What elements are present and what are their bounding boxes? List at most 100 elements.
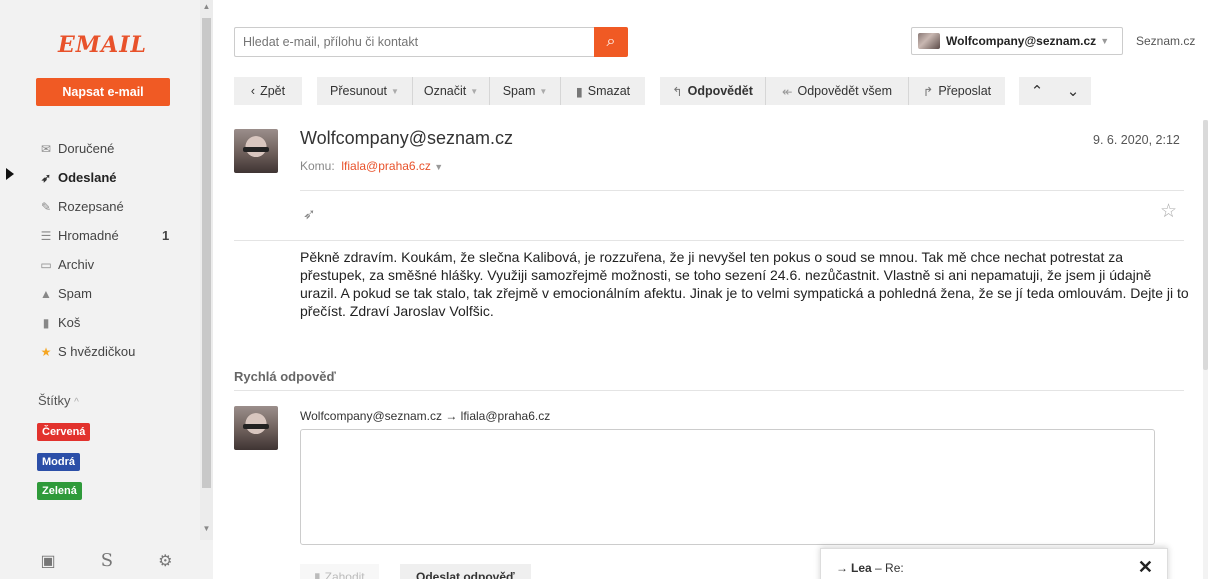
trash-icon: ▮ [314,570,321,579]
settings-gear-icon[interactable]: ⚙ [158,551,172,571]
chevron-down-icon[interactable]: ▼ [434,162,443,172]
reply-avatar [234,406,278,450]
content-scrollbar[interactable] [1203,120,1208,579]
previous-message-button[interactable]: ⌃ [1019,77,1055,105]
trash-icon: ▮ [42,315,50,330]
message-body: Pěkně zdravím. Koukám, že slečna Kalibov… [300,249,1189,319]
forward-button[interactable]: ↱ Přeposlat [909,77,1005,105]
chevron-down-icon: ▼ [539,86,548,96]
tag-blue[interactable]: Modrá [37,453,80,471]
calendar-icon[interactable]: ▣ [41,551,56,571]
move-label: Přesunout [330,84,388,98]
sidebar-item-starred[interactable]: ★ S hvězdičkou [0,337,200,366]
chevron-up-icon: ⌃ [1030,83,1044,100]
draft-popup[interactable]: → Lea – Re: ✕ [820,548,1168,579]
labels-heading[interactable]: Štítky ^ [38,393,79,408]
delete-button[interactable]: ▮ Smazat [561,77,645,105]
unread-count-badge: 1 [162,227,170,243]
sidebar-item-label: Hromadné [58,227,119,243]
reply-route: Wolfcompany@seznam.cz → lfiala@praha6.cz [300,409,551,423]
reply-all-button[interactable]: ↞ Odpovědět všem [766,77,908,105]
chevron-left-icon: ‹ [250,84,256,98]
spam-label: Spam [502,84,536,98]
discard-label: Zahodit [324,570,365,579]
paper-plane-icon: ➶ [40,170,52,185]
sidebar-item-label: Koš [58,314,81,330]
scroll-up-icon[interactable]: ▲ [200,2,213,11]
chevron-down-icon: ▼ [391,86,399,96]
search-input[interactable] [234,27,594,57]
back-button[interactable]: ‹ Zpět [234,77,302,105]
reply-button[interactable]: ↰ Odpovědět [660,77,765,105]
scrollbar-thumb[interactable] [202,18,211,488]
quick-reply-textarea[interactable] [300,429,1155,545]
draft-recipient: Lea [851,561,872,575]
star-toggle-icon[interactable]: ☆ [1160,200,1177,223]
draft-icon: ✎ [40,199,52,214]
seznam-link[interactable]: Seznam.cz [1136,34,1195,48]
sidebar-item-label: Rozepsané [58,198,124,214]
archive-icon: ▭ [40,257,52,272]
forward-icon: ↱ [922,84,934,99]
compose-button[interactable]: Napsat e-mail [36,78,170,106]
sidebar-item-archive[interactable]: ▭ Archiv [0,250,200,279]
spam-button[interactable]: Spam ▼ [490,77,560,105]
envelope-icon: ✉ [40,141,52,156]
scrollbar-thumb[interactable] [1203,120,1208,370]
search-button[interactable]: ⌕ [594,27,628,57]
sidebar-item-label: Spam [58,285,92,301]
move-button[interactable]: Přesunout ▼ [317,77,412,105]
sidebar-item-label: Doručené [58,140,115,156]
tag-green[interactable]: Zelená [37,482,82,500]
reply-all-label: Odpovědět všem [797,84,892,98]
close-icon[interactable]: ✕ [1138,557,1153,578]
email-logo[interactable]: EMAIL [58,32,147,58]
arrow-right-icon: → [836,561,848,575]
divider [234,390,1184,391]
sidebar-item-sent[interactable]: ➶ Odeslané [0,163,200,192]
message-date: 9. 6. 2020, 2:12 [1093,133,1180,147]
star-icon: ★ [40,344,52,359]
sidebar-item-inbox[interactable]: ✉ Doručené [0,134,200,163]
chevron-down-icon: ⌄ [1066,83,1080,100]
chevron-down-icon: ▼ [470,86,479,96]
paper-plane-icon: ➶ [303,206,316,223]
sidebar: EMAIL Napsat e-mail ✉ Doručené ➶ Odeslan… [0,0,213,579]
chevron-down-icon: ▼ [1100,36,1110,46]
divider [300,190,1184,191]
next-message-button[interactable]: ⌄ [1055,77,1091,105]
sidebar-item-label: Archiv [58,256,95,272]
delete-label: Smazat [587,84,631,98]
sidebar-item-label: S hvězdičkou [58,343,136,359]
folder-list: ✉ Doručené ➶ Odeslané ✎ Rozepsané ☰ Hrom… [0,134,200,366]
sidebar-item-bulk[interactable]: ☰ Hromadné 1 [0,221,200,250]
search-icon: ⌕ [606,33,616,50]
sidebar-item-trash[interactable]: ▮ Koš [0,308,200,337]
forward-label: Přeposlat [938,84,992,98]
recipient-address[interactable]: lfiala@praha6.cz [341,159,431,173]
sidebar-item-spam[interactable]: ▲ Spam [0,279,200,308]
account-avatar [918,33,940,49]
to-label: Komu: [300,159,335,173]
scroll-down-icon[interactable]: ▼ [200,524,213,533]
spam-icon: ▲ [40,286,52,301]
send-reply-button[interactable]: Odeslat odpověď [400,564,531,579]
mark-button[interactable]: Označit ▼ [413,77,489,105]
reply-label: Odpovědět [687,84,753,98]
tag-red[interactable]: Červená [37,423,91,441]
reply-icon: ↰ [672,84,683,99]
sidebar-scrollbar[interactable]: ▲ ▼ [200,0,213,540]
account-email: Wolfcompany@seznam.cz [946,34,1097,48]
back-label: Zpět [260,84,286,98]
sender-name[interactable]: Wolfcompany@seznam.cz [300,128,513,149]
sidebar-item-label: Odeslané [58,169,117,185]
mark-label: Označit [423,84,467,98]
trash-icon: ▮ [575,84,583,99]
quick-reply-heading: Rychlá odpověď [234,369,336,384]
account-switcher[interactable]: Wolfcompany@seznam.cz ▼ [911,27,1123,55]
discard-button[interactable]: ▮ Zahodit [300,564,379,579]
divider [234,240,1184,241]
draft-subject: – Re: [875,561,904,575]
seznam-logo-icon[interactable]: S [101,550,113,571]
sidebar-item-drafts[interactable]: ✎ Rozepsané [0,192,200,221]
